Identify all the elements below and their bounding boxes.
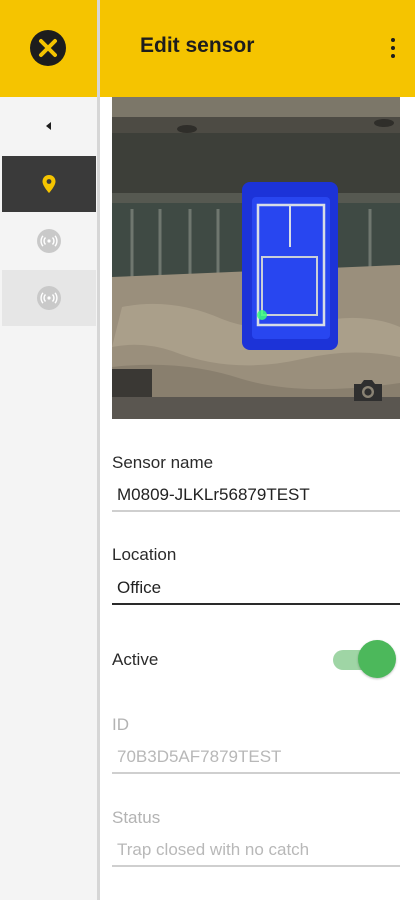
sensor-photo[interactable] xyxy=(112,97,400,419)
id-field xyxy=(112,742,400,772)
sensor-signal-icon xyxy=(37,286,61,310)
id-label: ID xyxy=(112,715,129,734)
location-field[interactable] xyxy=(112,573,400,603)
app-logo-icon[interactable] xyxy=(30,30,66,66)
status-underline xyxy=(112,865,400,867)
active-label: Active xyxy=(112,650,159,669)
sensor-signal-icon xyxy=(37,229,61,253)
camera-button[interactable] xyxy=(350,375,386,405)
chevron-left-icon xyxy=(45,122,51,130)
sidebar-divider xyxy=(97,0,100,900)
status-field xyxy=(112,835,400,865)
sensor-name-field[interactable] xyxy=(112,480,400,510)
location-label: Location xyxy=(112,545,177,564)
page-title: Edit sensor xyxy=(140,34,255,57)
status-label: Status xyxy=(112,808,161,827)
sidebar-item-location[interactable] xyxy=(2,156,96,212)
more-options-icon[interactable] xyxy=(381,33,405,63)
id-underline xyxy=(112,772,400,774)
app-header: Edit sensor xyxy=(100,0,415,97)
toggle-knob xyxy=(358,640,396,678)
logo-area xyxy=(0,0,97,97)
trap-photo-image xyxy=(112,97,400,419)
location-underline xyxy=(112,603,400,605)
sidebar-rail xyxy=(0,0,97,900)
sidebar-item-sensor-1[interactable] xyxy=(2,213,96,269)
sensor-name-label: Sensor name xyxy=(112,453,214,472)
camera-icon xyxy=(354,380,382,401)
sensor-name-underline xyxy=(112,510,400,512)
sidebar-item-sensor-2[interactable] xyxy=(2,270,96,326)
active-toggle[interactable] xyxy=(333,640,397,678)
collapse-sidebar-button[interactable] xyxy=(0,110,97,142)
map-pin-icon xyxy=(42,175,56,193)
